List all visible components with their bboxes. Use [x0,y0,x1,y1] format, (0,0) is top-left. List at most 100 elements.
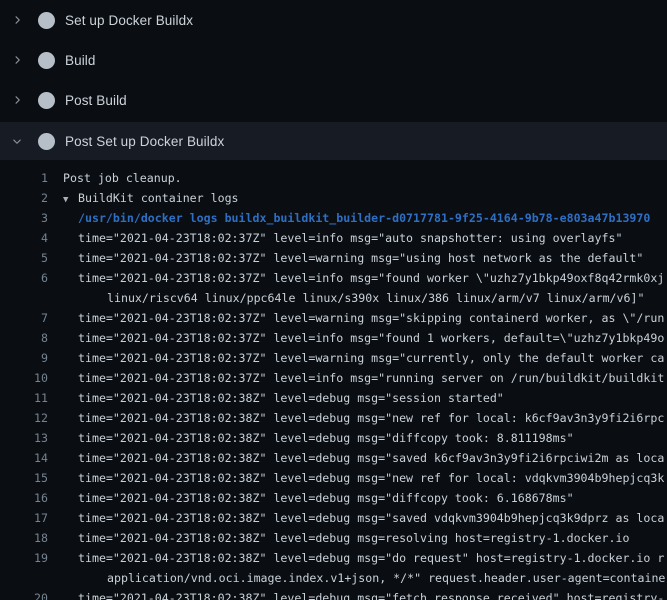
line-text: time="2021-04-23T18:02:38Z" level=debug … [78,471,664,485]
chevron-right-icon [11,94,23,106]
line-text: time="2021-04-23T18:02:37Z" level=info m… [78,371,664,385]
log-line: 6 time="2021-04-23T18:02:37Z" level=info … [0,268,667,288]
line-body: time="2021-04-23T18:02:38Z" level=debug … [48,408,664,428]
log-line: 16 time="2021-04-23T18:02:38Z" level=debu… [0,488,667,508]
line-body: time="2021-04-23T18:02:38Z" level=debug … [48,468,664,488]
line-body: ▼BuildKit container logs [48,188,239,210]
chevron-right-icon [11,54,23,66]
line-body: /usr/bin/docker logs buildx_buildkit_bui… [48,208,650,228]
log-line: 17 time="2021-04-23T18:02:38Z" level=debu… [0,508,667,528]
line-text: time="2021-04-23T18:02:38Z" level=debug … [78,411,664,425]
step-row[interactable]: Post Build [0,80,667,120]
steps-list: Set up Docker Buildx Build Post Build [0,0,667,160]
step-label: Set up Docker Buildx [65,13,193,28]
line-number[interactable]: 12 [0,408,48,428]
log-lines: 1Post job cleanup.2▼BuildKit container l… [0,160,667,600]
log-line: 14time="2021-04-23T18:02:38Z" level=debu… [0,448,667,468]
line-body: time="2021-04-23T18:02:38Z" level=debug … [48,448,664,468]
line-text: time="2021-04-23T18:02:38Z" level=debug … [78,491,574,505]
log-line: 13 time="2021-04-23T18:02:38Z" level=debu… [0,428,667,448]
log-line: 11 time="2021-04-23T18:02:38Z" level=debu… [0,388,667,408]
line-text: time="2021-04-23T18:02:38Z" level=debug … [78,551,664,565]
step-row[interactable]: Build [0,40,667,80]
line-text: time="2021-04-23T18:02:37Z" level=warnin… [78,311,664,325]
actions-log-viewer: Set up Docker Buildx Build Post Build [0,0,667,600]
log-line: 3/usr/bin/docker logs buildx_buildkit_bu… [0,208,667,228]
line-number[interactable]: 3 [0,208,48,228]
line-body: time="2021-04-23T18:02:38Z" level=debug … [48,508,664,528]
line-number[interactable]: 1 [0,168,48,188]
line-body: time="2021-04-23T18:02:37Z" level=warnin… [48,248,643,268]
log-line: 10 time="2021-04-23T18:02:37Z" level=info… [0,368,667,388]
log-line: 19 time="2021-04-23T18:02:38Z" level=debu… [0,548,667,568]
line-body: time="2021-04-23T18:02:38Z" level=debug … [48,388,504,408]
line-text: time="2021-04-23T18:02:38Z" level=debug … [78,531,629,545]
line-body: time="2021-04-23T18:02:38Z" level=debug … [48,528,629,548]
chevron-down-icon [11,135,23,147]
line-number[interactable]: 9 [0,348,48,368]
line-number[interactable]: 11 [0,388,48,408]
line-text: time="2021-04-23T18:02:38Z" level=debug … [78,511,664,525]
group-toggle-icon[interactable]: ▼ [63,190,78,210]
log-line: 5 time="2021-04-23T18:02:37Z" level=warni… [0,248,667,268]
line-text: time="2021-04-23T18:02:37Z" level=info m… [78,271,664,285]
step-row[interactable]: Set up Docker Buildx [0,0,667,40]
step-row[interactable]: Post Set up Docker Buildx [0,122,667,160]
log-line-continuation: linux/riscv64 linux/ppc64le linux/s390x … [0,288,667,308]
chevron-right-icon [11,14,23,26]
line-number[interactable]: 16 [0,488,48,508]
log-line: 2▼BuildKit container logs [0,188,667,208]
line-number[interactable]: 13 [0,428,48,448]
log-line: 9 time="2021-04-23T18:02:37Z" level=warni… [0,348,667,368]
line-text: Post job cleanup. [63,171,182,185]
line-body: time="2021-04-23T18:02:37Z" level=info m… [48,268,664,288]
line-text: time="2021-04-23T18:02:37Z" level=info m… [78,231,622,245]
line-body: time="2021-04-23T18:02:37Z" level=info m… [48,328,664,348]
line-body: time="2021-04-23T18:02:37Z" level=info m… [48,368,664,388]
line-text: time="2021-04-23T18:02:37Z" level=warnin… [78,251,643,265]
check-circle-icon [38,92,55,109]
line-body: time="2021-04-23T18:02:38Z" level=debug … [48,548,664,568]
step-label: Build [65,53,96,68]
line-text: application/vnd.oci.image.index.v1+json,… [48,568,667,588]
line-number[interactable]: 7 [0,308,48,328]
log-line: 18 time="2021-04-23T18:02:38Z" level=debu… [0,528,667,548]
line-number[interactable]: 15 [0,468,48,488]
line-text: BuildKit container logs [78,191,239,205]
line-number[interactable]: 6 [0,268,48,288]
line-text: time="2021-04-23T18:02:37Z" level=info m… [78,331,664,345]
line-text: linux/riscv64 linux/ppc64le linux/s390x … [48,288,644,308]
line-body: time="2021-04-23T18:02:38Z" level=debug … [48,588,664,600]
line-number[interactable]: 5 [0,248,48,268]
line-text: /usr/bin/docker logs buildx_buildkit_bui… [78,211,650,225]
line-text: time="2021-04-23T18:02:38Z" level=debug … [78,391,504,405]
line-body: time="2021-04-23T18:02:38Z" level=debug … [48,428,574,448]
line-body: time="2021-04-23T18:02:38Z" level=debug … [48,488,574,508]
line-body: time="2021-04-23T18:02:37Z" level=warnin… [48,308,664,328]
line-body: time="2021-04-23T18:02:37Z" level=warnin… [48,348,664,368]
log-line: 4 time="2021-04-23T18:02:37Z" level=info … [0,228,667,248]
line-body: Post job cleanup. [48,168,182,188]
log-line: 12 time="2021-04-23T18:02:38Z" level=debu… [0,408,667,428]
line-number[interactable]: 14 [0,448,48,468]
line-number[interactable]: 17 [0,508,48,528]
line-text: time="2021-04-23T18:02:37Z" level=warnin… [78,351,664,365]
line-number[interactable]: 2 [0,188,48,208]
check-circle-icon [38,52,55,69]
log-line: 7 time="2021-04-23T18:02:37Z" level=warni… [0,308,667,328]
line-text: time="2021-04-23T18:02:38Z" level=debug … [78,431,574,445]
check-circle-icon [38,133,55,150]
line-number[interactable]: 20 [0,588,48,600]
line-number[interactable]: 10 [0,368,48,388]
log-line: 15 time="2021-04-23T18:02:38Z" level=debu… [0,468,667,488]
step-label: Post Build [65,93,127,108]
line-number[interactable]: 18 [0,528,48,548]
log-line-continuation: application/vnd.oci.image.index.v1+json,… [0,568,667,588]
line-number[interactable]: 19 [0,548,48,568]
log-line: 8 time="2021-04-23T18:02:37Z" level=info … [0,328,667,348]
log-line: 1 Post job cleanup. [0,168,667,188]
line-number[interactable]: 4 [0,228,48,248]
line-text: time="2021-04-23T18:02:38Z" level=debug … [78,591,664,600]
check-circle-icon [38,12,55,29]
line-number[interactable]: 8 [0,328,48,348]
